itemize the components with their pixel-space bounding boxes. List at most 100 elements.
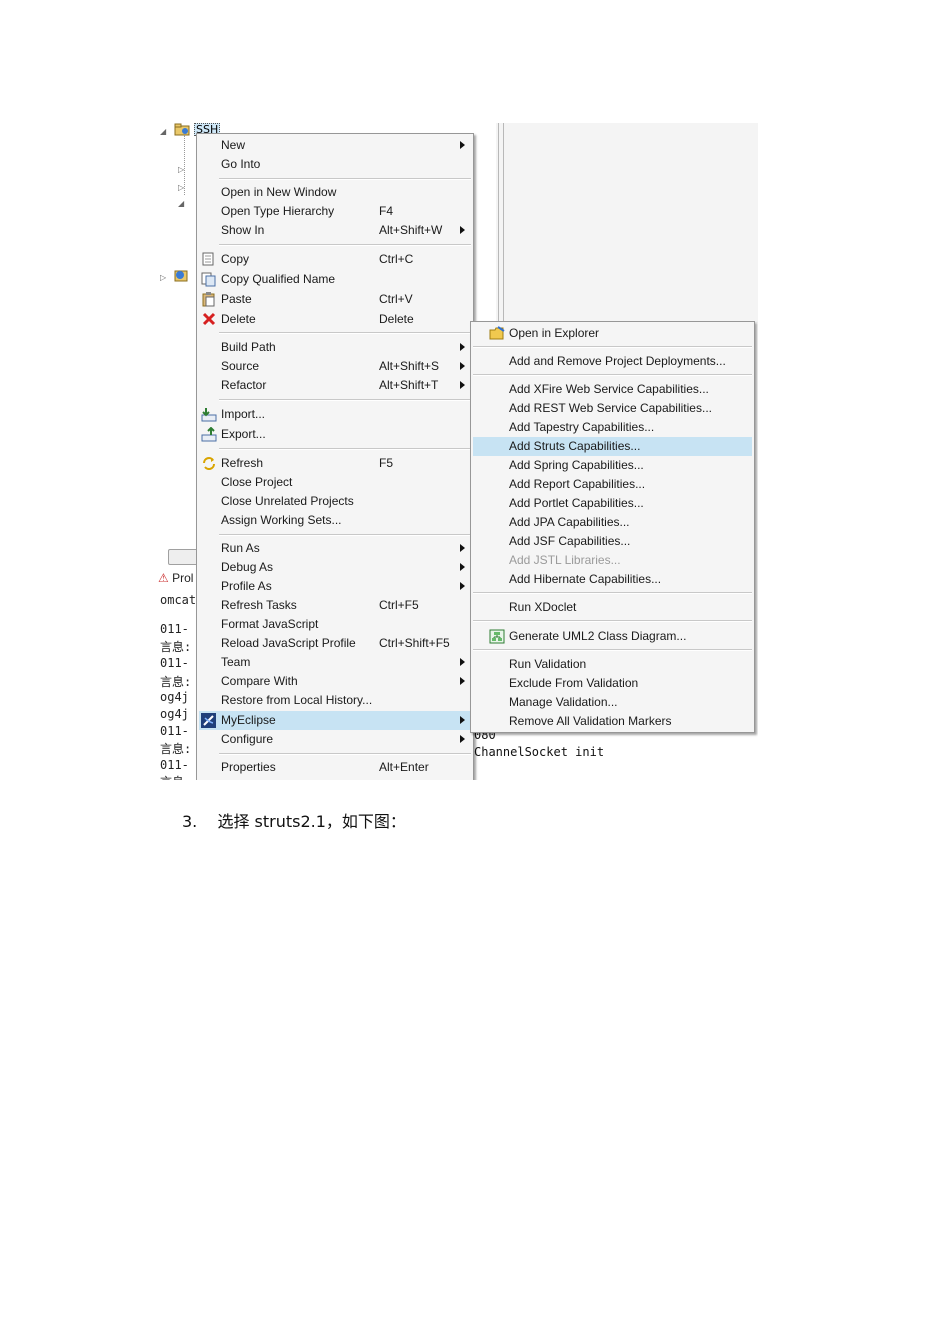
menu-item-label: Properties	[221, 760, 276, 774]
menu-item-shortcut: Alt+Shift+S	[379, 359, 440, 373]
submenu-item-label: Open in Explorer	[509, 326, 600, 340]
menu-separator	[219, 244, 471, 246]
menu-item-label: Close Project	[221, 475, 293, 489]
menu-item-run-as[interactable]: Run As	[199, 539, 471, 558]
console-line: og4j	[160, 690, 189, 704]
submenu-item-label: Add Struts Capabilities...	[509, 439, 641, 453]
collapse-arrow-icon[interactable]: ◢	[178, 199, 184, 208]
menu-item-shortcut: Ctrl+C	[379, 252, 414, 266]
menu-item-show-in[interactable]: Show In Alt+Shift+W	[199, 221, 471, 240]
submenu-item-remove-validation-markers[interactable]: Remove All Validation Markers	[473, 712, 752, 731]
submenu-arrow-icon	[460, 677, 465, 685]
submenu-item-label: Add and Remove Project Deployments...	[509, 354, 726, 368]
menu-item-copy[interactable]: Copy Ctrl+C	[199, 250, 471, 269]
menu-item-label: Copy	[221, 252, 250, 266]
menu-item-source[interactable]: Source Alt+Shift+S	[199, 357, 471, 376]
submenu-item-add-xfire[interactable]: Add XFire Web Service Capabilities...	[473, 380, 752, 399]
menu-item-close-project[interactable]: Close Project	[199, 473, 471, 492]
menu-item-team[interactable]: Team	[199, 653, 471, 672]
menu-item-configure[interactable]: Configure	[199, 730, 471, 749]
menu-item-reload-javascript-profile[interactable]: Reload JavaScript Profile Ctrl+Shift+F5	[199, 634, 471, 653]
menu-separator	[473, 592, 752, 594]
menu-item-properties[interactable]: Properties Alt+Enter	[199, 758, 471, 777]
menu-item-label: Show In	[221, 223, 265, 237]
menu-item-label: Configure	[221, 732, 274, 746]
menu-separator	[473, 620, 752, 622]
menu-item-refresh[interactable]: Refresh F5	[199, 454, 471, 473]
console-line: og4j	[160, 707, 189, 721]
menu-item-label: Profile As	[221, 579, 272, 593]
collapse-arrow-icon[interactable]: ◢	[160, 127, 166, 136]
menu-item-restore-from-local-history[interactable]: Restore from Local History...	[199, 691, 471, 710]
submenu-item-add-spring[interactable]: Add Spring Capabilities...	[473, 456, 752, 475]
submenu-item-add-jpa[interactable]: Add JPA Capabilities...	[473, 513, 752, 532]
submenu-item-exclude-validation[interactable]: Exclude From Validation	[473, 674, 752, 693]
menu-item-label: Assign Working Sets...	[221, 513, 342, 527]
import-icon	[201, 407, 217, 422]
menu-item-copy-qualified-name[interactable]: Copy Qualified Name	[199, 270, 471, 289]
menu-item-debug-as[interactable]: Debug As	[199, 558, 471, 577]
menu-item-build-path[interactable]: Build Path	[199, 338, 471, 357]
menu-item-label: Run As	[221, 541, 260, 555]
menu-item-profile-as[interactable]: Profile As	[199, 577, 471, 596]
menu-item-new[interactable]: New	[199, 136, 471, 155]
menu-item-format-javascript[interactable]: Format JavaScript	[199, 615, 471, 634]
submenu-item-run-validation[interactable]: Run Validation	[473, 655, 752, 674]
menu-item-open-type-hierarchy[interactable]: Open Type Hierarchy F4	[199, 202, 471, 221]
console-line: 言息:	[160, 675, 192, 689]
console-line: ChannelSocket init	[474, 745, 605, 759]
sash-divider[interactable]	[498, 123, 504, 323]
step-number: 3.	[182, 812, 198, 831]
menu-item-import[interactable]: Import...	[199, 405, 471, 424]
step-caption: 3. 选择 struts2.1，如下图：	[182, 808, 406, 832]
submenu-item-add-jstl[interactable]: Add JSTL Libraries...	[473, 551, 752, 570]
menu-item-go-into[interactable]: Go Into	[199, 155, 471, 174]
menu-separator	[219, 448, 471, 450]
menu-item-open-in-new-window[interactable]: Open in New Window	[199, 183, 471, 202]
menu-item-paste[interactable]: Paste Ctrl+V	[199, 290, 471, 309]
submenu-item-add-rest[interactable]: Add REST Web Service Capabilities...	[473, 399, 752, 418]
submenu-item-add-jsf[interactable]: Add JSF Capabilities...	[473, 532, 752, 551]
menu-item-label: Close Unrelated Projects	[221, 494, 354, 508]
menu-item-label: Debug As	[221, 560, 274, 574]
menu-separator	[473, 649, 752, 651]
submenu-item-label: Add Portlet Capabilities...	[509, 496, 644, 510]
menu-item-label: Go Into	[221, 157, 261, 171]
menu-item-shortcut: Alt+Enter	[379, 760, 429, 774]
menu-item-export[interactable]: Export...	[199, 425, 471, 444]
submenu-item-run-xdoclet[interactable]: Run XDoclet	[473, 598, 752, 617]
menu-item-refresh-tasks[interactable]: Refresh Tasks Ctrl+F5	[199, 596, 471, 615]
menu-item-myeclipse[interactable]: MyEclipse	[199, 711, 471, 730]
submenu-item-add-report[interactable]: Add Report Capabilities...	[473, 475, 752, 494]
submenu-item-add-portlet[interactable]: Add Portlet Capabilities...	[473, 494, 752, 513]
menu-item-shortcut: Alt+Shift+T	[379, 378, 439, 392]
menu-item-label: Compare With	[221, 674, 298, 688]
menu-item-label: Paste	[221, 292, 252, 306]
console-line: 言息:	[160, 640, 192, 654]
menu-item-shortcut: F4	[379, 204, 394, 218]
menu-item-assign-working-sets[interactable]: Assign Working Sets...	[199, 511, 471, 530]
console-line: 011-	[160, 656, 189, 670]
menu-separator	[219, 332, 471, 334]
submenu-item-manage-validation[interactable]: Manage Validation...	[473, 693, 752, 712]
menu-item-close-unrelated-projects[interactable]: Close Unrelated Projects	[199, 492, 471, 511]
menu-item-label: Delete	[221, 312, 256, 326]
submenu-item-add-tapestry[interactable]: Add Tapestry Capabilities...	[473, 418, 752, 437]
menu-item-compare-with[interactable]: Compare With	[199, 672, 471, 691]
submenu-item-label: Remove All Validation Markers	[509, 714, 672, 728]
submenu-arrow-icon	[460, 343, 465, 351]
submenu-item-label: Manage Validation...	[509, 695, 618, 709]
submenu-item-add-remove-deployments[interactable]: Add and Remove Project Deployments...	[473, 352, 752, 371]
submenu-item-generate-uml2[interactable]: Generate UML2 Class Diagram...	[473, 627, 752, 646]
submenu-item-label: Run Validation	[509, 657, 587, 671]
submenu-item-open-in-explorer[interactable]: Open in Explorer	[473, 324, 752, 343]
menu-separator	[219, 399, 471, 401]
menu-item-label: Build Path	[221, 340, 276, 354]
submenu-arrow-icon	[460, 381, 465, 389]
menu-separator	[219, 753, 471, 755]
submenu-item-add-hibernate[interactable]: Add Hibernate Capabilities...	[473, 570, 752, 589]
menu-item-delete[interactable]: Delete Delete	[199, 310, 471, 329]
expand-arrow-icon[interactable]: ▷	[160, 273, 166, 282]
submenu-item-add-struts[interactable]: Add Struts Capabilities...	[473, 437, 752, 456]
menu-item-refactor[interactable]: Refactor Alt+Shift+T	[199, 376, 471, 395]
